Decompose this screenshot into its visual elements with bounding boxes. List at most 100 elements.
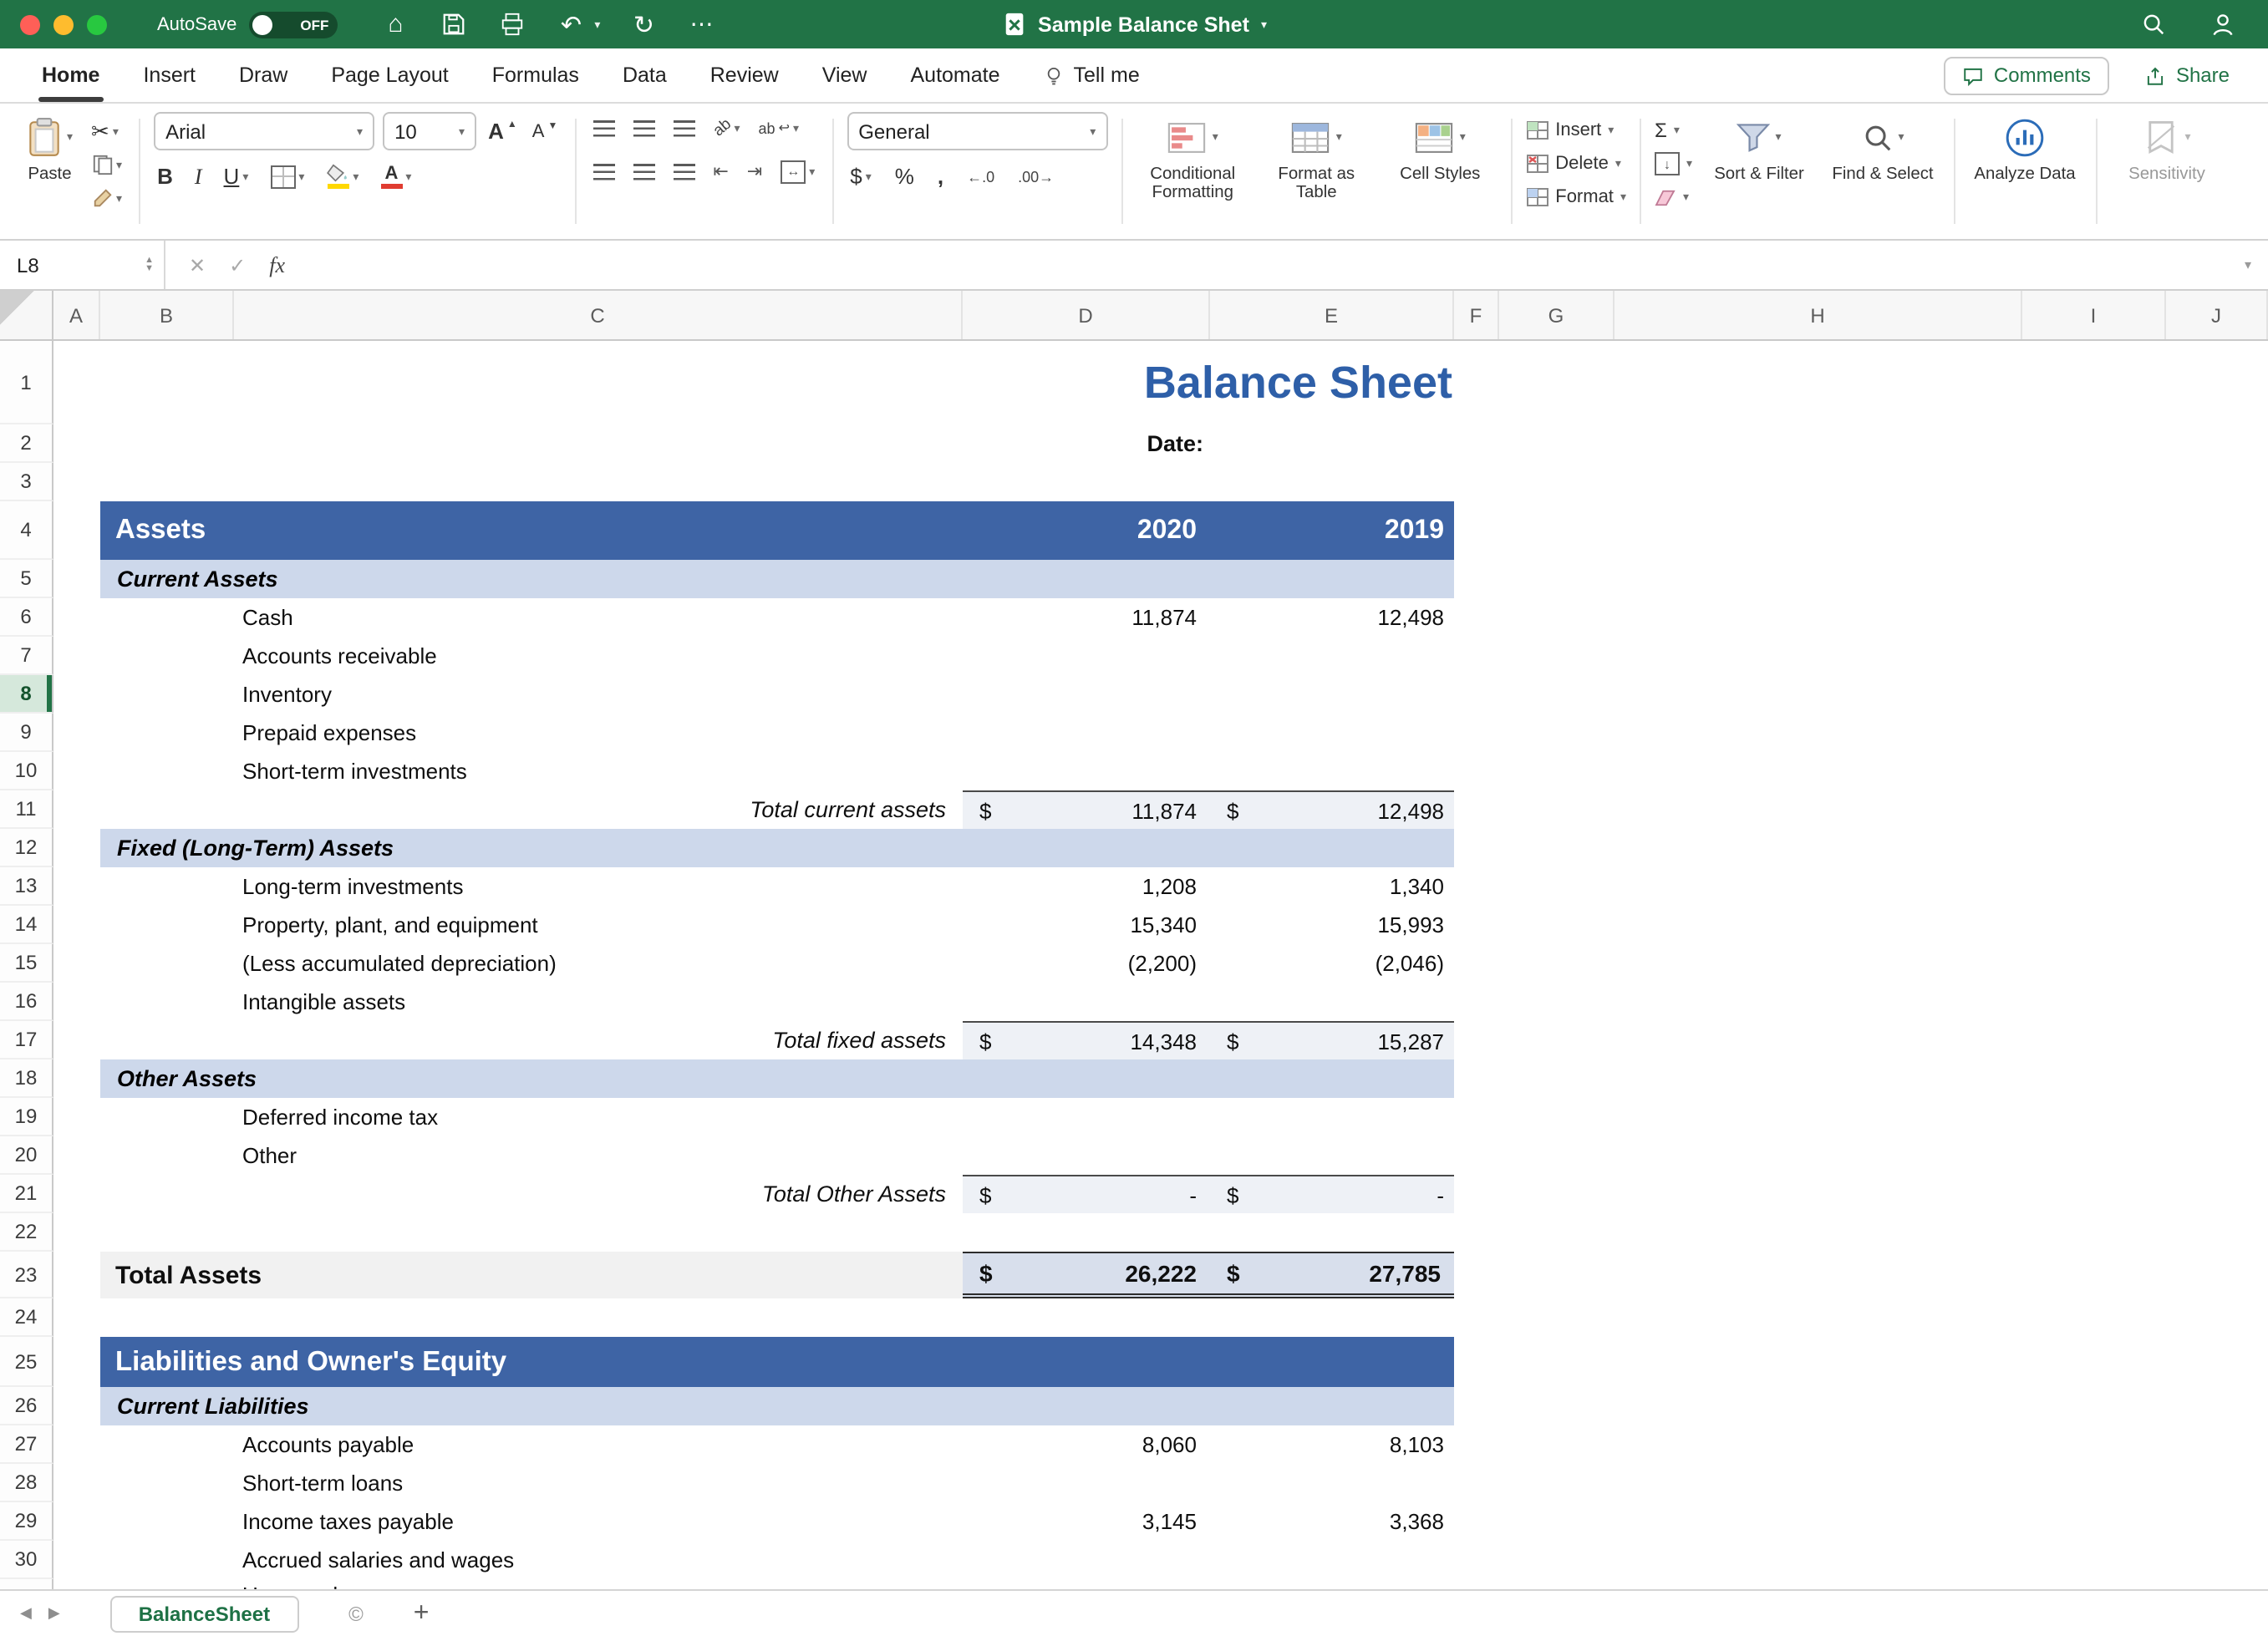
zoom-window-button[interactable]	[87, 14, 107, 34]
analyze-data-button[interactable]: Analyze Data	[1968, 112, 2082, 186]
total-2020-cell[interactable]: $14,348	[963, 1021, 1210, 1059]
value-2019-cell[interactable]: 8,103	[1210, 1425, 1454, 1464]
value-2020-cell[interactable]: 15,340	[963, 906, 1210, 944]
value-2020-cell[interactable]: (2,200)	[963, 944, 1210, 983]
cell-styles-button[interactable]: ▾ Cell Styles	[1383, 112, 1497, 186]
font-size-select[interactable]: 10▾	[383, 112, 476, 150]
row-header-19[interactable]: 19	[0, 1098, 53, 1136]
sheet-title-cell[interactable]: Balance Sheet	[100, 341, 1454, 424]
grand-total-2020-cell[interactable]: $26,222	[963, 1252, 1210, 1298]
sheet-tab-balancesheet[interactable]: BalanceSheet	[110, 1595, 298, 1632]
print-icon[interactable]	[497, 9, 527, 39]
item-label-cell[interactable]: Intangible assets	[234, 983, 963, 1021]
value-2020-cell[interactable]: 3,145	[963, 1502, 1210, 1541]
row-header-18[interactable]: 18	[0, 1059, 53, 1098]
align-right-button[interactable]	[669, 155, 698, 187]
column-header-E[interactable]: E	[1210, 291, 1454, 339]
row-header-7[interactable]: 7	[0, 637, 53, 675]
increase-indent-button[interactable]: ⇥	[744, 155, 765, 187]
delete-cells-button[interactable]: Delete ▾	[1525, 149, 1626, 179]
tab-draw[interactable]: Draw	[217, 48, 309, 102]
formula-bar-chevron-icon[interactable]: ▾	[2245, 257, 2251, 272]
row-header-16[interactable]: 16	[0, 983, 53, 1021]
item-label-cell[interactable]: Deferred income tax	[234, 1098, 963, 1136]
row-header-8[interactable]: 8	[0, 675, 53, 714]
search-icon[interactable]	[2138, 9, 2168, 39]
row-header-26[interactable]: 26	[0, 1387, 53, 1425]
tab-insert[interactable]: Insert	[121, 48, 217, 102]
row-header-25[interactable]: 25	[0, 1337, 53, 1387]
format-painter-button[interactable]: ▾	[88, 182, 125, 214]
undo-icon[interactable]: ↶	[556, 9, 586, 39]
subsection-header-cell[interactable]: Current Liabilities	[100, 1387, 1454, 1425]
title-chevron-icon[interactable]: ▾	[1261, 18, 1267, 31]
align-bottom-button[interactable]	[669, 112, 698, 144]
value-2019-cell[interactable]: (2,046)	[1210, 944, 1454, 983]
sheet-scroll-left-icon[interactable]: ◀	[20, 1604, 32, 1623]
column-header-D[interactable]: D	[963, 291, 1210, 339]
sensitivity-button[interactable]: ▾ Sensitivity	[2110, 112, 2224, 186]
align-center-button[interactable]	[629, 155, 658, 187]
copy-button[interactable]: ▾	[88, 149, 125, 180]
row-header-15[interactable]: 15	[0, 944, 53, 983]
row-header-2[interactable]: 2	[0, 424, 53, 463]
row-header-14[interactable]: 14	[0, 906, 53, 944]
format-cells-button[interactable]: Format ▾	[1525, 182, 1626, 212]
item-label-cell[interactable]: Accrued salaries and wages	[234, 1541, 963, 1579]
column-header-G[interactable]: G	[1499, 291, 1615, 339]
account-icon[interactable]	[2208, 9, 2238, 39]
bold-button[interactable]: B	[154, 160, 176, 192]
align-middle-button[interactable]	[629, 112, 658, 144]
total-2019-cell[interactable]: $15,287	[1210, 1021, 1454, 1059]
subsection-header-cell[interactable]: Current Assets	[100, 560, 1454, 598]
column-header-F[interactable]: F	[1454, 291, 1499, 339]
close-window-button[interactable]	[20, 14, 40, 34]
align-left-button[interactable]	[589, 155, 618, 187]
row-header-24[interactable]: 24	[0, 1298, 53, 1337]
increase-decimal-button[interactable]: ←.0	[964, 160, 998, 192]
item-label-cell[interactable]: (Less accumulated depreciation)	[234, 944, 963, 983]
section-header-cell[interactable]: Assets	[100, 501, 963, 560]
comments-button[interactable]: Comments	[1944, 56, 2109, 94]
item-label-cell[interactable]: Other	[234, 1136, 963, 1175]
row-header-13[interactable]: 13	[0, 867, 53, 906]
item-label-cell[interactable]: Accounts receivable	[234, 637, 963, 675]
decrease-indent-button[interactable]: ⇤	[709, 155, 731, 187]
year-2020-header[interactable]: 2020	[963, 501, 1210, 560]
select-all-corner[interactable]	[0, 291, 53, 339]
row-header-29[interactable]: 29	[0, 1502, 53, 1541]
paste-button[interactable]: ▾ Paste	[22, 112, 78, 186]
enter-icon[interactable]: ✓	[229, 253, 246, 277]
align-top-button[interactable]	[589, 112, 618, 144]
column-header-C[interactable]: C	[234, 291, 963, 339]
home-icon[interactable]: ⌂	[380, 9, 410, 39]
row-header-21[interactable]: 21	[0, 1175, 53, 1213]
cut-button[interactable]: ✂▾	[88, 115, 125, 147]
row-header-22[interactable]: 22	[0, 1213, 53, 1252]
total-2019-cell[interactable]: $-	[1210, 1175, 1454, 1213]
underline-button[interactable]: U▾	[221, 160, 252, 192]
tab-automate[interactable]: Automate	[889, 48, 1022, 102]
row-header-12[interactable]: 12	[0, 829, 53, 867]
font-color-button[interactable]: A ▾	[377, 160, 414, 192]
autosum-button[interactable]: Σ▾	[1655, 115, 1692, 145]
row-header-6[interactable]: 6	[0, 598, 53, 637]
column-header-A[interactable]: A	[53, 291, 100, 339]
item-label-cell[interactable]: Short-term investments	[234, 752, 963, 790]
item-label-cell[interactable]: Accounts payable	[234, 1425, 963, 1464]
row-header-4[interactable]: 4	[0, 501, 53, 560]
borders-button[interactable]: ▾	[267, 160, 308, 192]
percent-format-button[interactable]: %	[892, 160, 918, 192]
subsection-header-cell[interactable]: Fixed (Long-Term) Assets	[100, 829, 1454, 867]
row-header-10[interactable]: 10	[0, 752, 53, 790]
tab-review[interactable]: Review	[689, 48, 801, 102]
subsection-header-cell[interactable]: Other Assets	[100, 1059, 1454, 1098]
row-header-5[interactable]: 5	[0, 560, 53, 598]
item-label-cell[interactable]: Long-term investments	[234, 867, 963, 906]
item-label-cell[interactable]: Property, plant, and equipment	[234, 906, 963, 944]
clear-button[interactable]: ▾	[1655, 182, 1692, 212]
row-header-30[interactable]: 30	[0, 1541, 53, 1579]
row-header-27[interactable]: 27	[0, 1425, 53, 1464]
font-name-select[interactable]: Arial▾	[154, 112, 374, 150]
insert-function-icon[interactable]: fx	[269, 251, 285, 278]
